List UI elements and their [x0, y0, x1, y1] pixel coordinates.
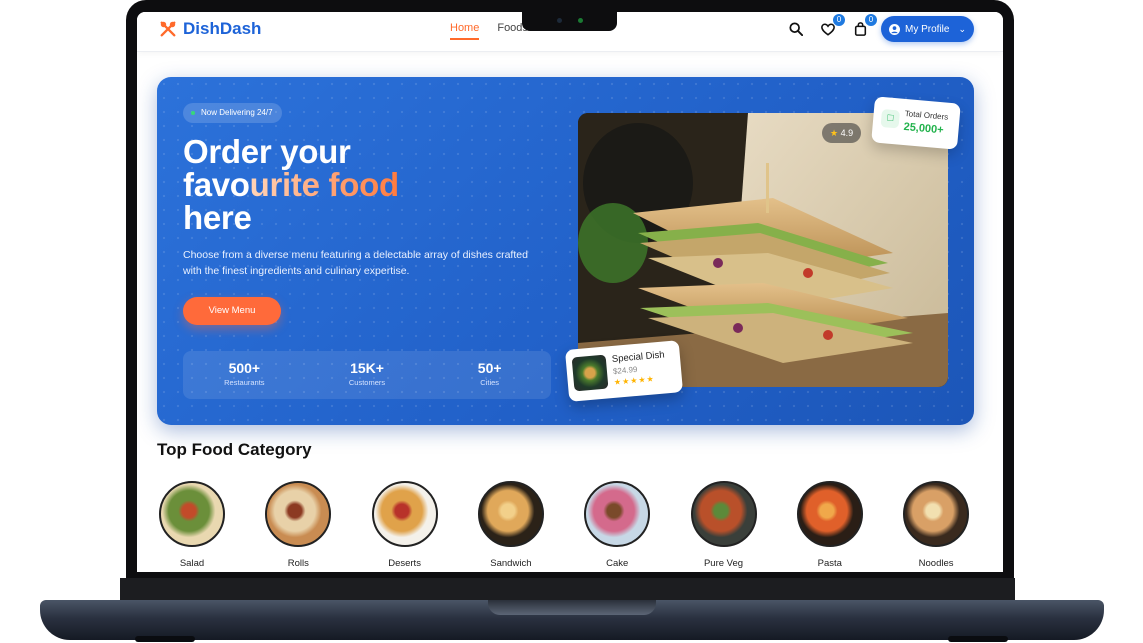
hero-title: Order your favourite food here [183, 135, 399, 234]
search-icon [789, 22, 803, 36]
wishlist-count-badge: 0 [833, 14, 845, 26]
category-section-title: Top Food Category [157, 440, 312, 459]
category-image [159, 481, 225, 547]
camera-lens [557, 18, 562, 23]
category-label: Cake [606, 558, 629, 569]
stat-value: 15K+ [350, 360, 384, 376]
wishlist-button[interactable]: 0 [819, 14, 845, 38]
hero-description: Choose from a diverse menu featuring a d… [183, 249, 528, 277]
category-label: Sandwich [490, 558, 532, 569]
category-image [265, 481, 332, 547]
category-item[interactable]: Cake [584, 481, 651, 569]
nav-actions: 0 0 [787, 14, 877, 38]
stat-label: Restaurants [224, 378, 265, 387]
stat-value: 500+ [228, 360, 261, 376]
lock-bag-icon: □ [880, 108, 901, 129]
stat-value: 50+ [477, 360, 502, 376]
category-item[interactable]: Noodles [903, 481, 970, 569]
user-icon [889, 23, 900, 35]
hero-title-line2-highlight: urite food [249, 166, 399, 203]
camera-notch [522, 10, 617, 31]
profile-label: My Profile [905, 23, 950, 35]
hero-title-line2: favourite food [183, 168, 399, 201]
special-dish-price: $24.99 [612, 364, 638, 376]
category-label: Salad [179, 558, 205, 569]
screen: DishDash Home Foods Contact us 0 [137, 12, 1003, 572]
hero-banner: Now Delivering 24/7 Order your favourite… [157, 77, 974, 425]
stat-customers: 15K+ Customers [306, 351, 429, 399]
total-orders-card: □ Total Orders 25,000+ [871, 96, 961, 150]
category-image [690, 481, 757, 547]
stat-restaurants: 500+ Restaurants [183, 351, 306, 399]
hero-title-line2-plain: favo [183, 166, 250, 203]
laptop-foot [135, 636, 195, 642]
logo-text: DishDash [183, 19, 262, 38]
laptop-hinge [120, 578, 1015, 602]
special-dish-card[interactable]: Special Dish $24.99 ★★★★★ [564, 340, 684, 402]
hero-stats: 500+ Restaurants 15K+ Customers 50+ Citi… [183, 351, 551, 399]
category-image [371, 481, 438, 547]
fork-knife-icon [160, 21, 176, 37]
delivery-badge: Now Delivering 24/7 [183, 103, 282, 123]
nav-link-home[interactable]: Home [450, 22, 480, 40]
hero-title-line3: here [183, 199, 252, 236]
special-dish-image [571, 354, 609, 392]
category-item[interactable]: Deserts [371, 481, 438, 569]
category-label: Noodles [918, 558, 954, 569]
category-item[interactable]: Pasta [796, 481, 863, 569]
rating-value: 4.9 [840, 128, 854, 138]
category-image [903, 481, 970, 547]
view-menu-button[interactable]: View Menu [183, 297, 281, 325]
category-image [477, 481, 544, 547]
total-orders-value: 25,000+ [903, 120, 945, 137]
category-item[interactable]: Salad [159, 481, 225, 569]
laptop-opening-notch [488, 600, 656, 615]
category-label: Pure Veg [703, 558, 744, 569]
cart-button[interactable]: 0 [851, 14, 877, 38]
profile-button[interactable]: My Profile ⌄ [881, 16, 974, 42]
stat-label: Cities [480, 378, 500, 387]
hero-title-line1: Order your [183, 133, 351, 170]
star-icon: ★ [830, 128, 839, 138]
category-list: Salad Rolls Deserts Sandwich Cake Pure Veg Pas… [159, 481, 979, 571]
stat-label: Customers [348, 378, 386, 387]
category-item[interactable]: Pure Veg [690, 481, 757, 569]
stat-cities: 50+ Cities [428, 351, 551, 399]
special-dish-label: Special Dish [611, 349, 666, 365]
category-label: Deserts [388, 558, 421, 569]
cart-count-badge: 0 [865, 14, 877, 26]
category-item[interactable]: Sandwich [477, 481, 544, 569]
heart-icon [821, 22, 835, 36]
search-button[interactable] [787, 20, 805, 38]
delivery-badge-text: Now Delivering 24/7 [201, 108, 273, 117]
special-dish-stars: ★★★★★ [613, 374, 656, 387]
category-label: Pasta [817, 558, 842, 569]
category-item[interactable]: Rolls [265, 481, 332, 569]
status-dot-icon [191, 111, 195, 115]
logo[interactable]: DishDash [159, 19, 261, 39]
category-image [796, 481, 863, 547]
total-orders-label: Total Orders [904, 109, 949, 122]
category-image [584, 481, 651, 547]
chevron-down-icon: ⌄ [958, 23, 966, 34]
laptop-foot [948, 636, 1008, 642]
camera-indicator [578, 18, 583, 23]
category-label: Rolls [287, 558, 309, 569]
bag-icon [854, 22, 866, 36]
rating-badge: ★ 4.9 [822, 123, 862, 143]
